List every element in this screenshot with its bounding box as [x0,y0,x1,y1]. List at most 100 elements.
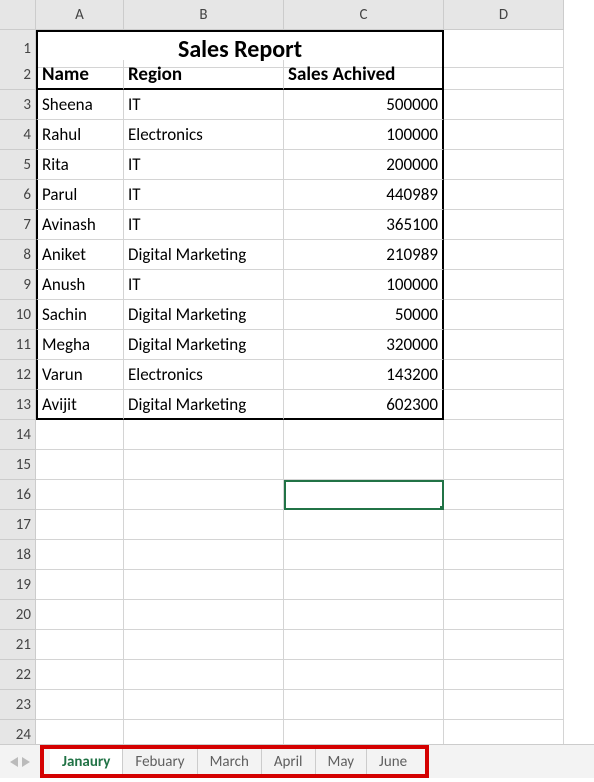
worksheet-grid[interactable]: ABCD1Sales Report2NameRegionSales Achive… [0,0,564,750]
row-header[interactable]: 4 [0,120,36,150]
cell-name[interactable]: Anush [36,270,124,300]
cell-name[interactable]: Avijit [36,390,124,420]
row-header[interactable]: 19 [0,570,36,600]
cell[interactable] [36,660,124,690]
cell[interactable] [444,450,564,480]
cell-region[interactable]: IT [124,150,284,180]
row-header[interactable]: 10 [0,300,36,330]
cell[interactable] [444,360,564,390]
cell-sales[interactable]: 320000 [284,330,444,360]
cell[interactable] [124,660,284,690]
cell[interactable] [444,540,564,570]
cell-name[interactable]: Parul [36,180,124,210]
cell[interactable] [36,450,124,480]
cell-name[interactable]: Sachin [36,300,124,330]
cell[interactable] [36,480,124,510]
cell-sales[interactable]: 210989 [284,240,444,270]
cell[interactable] [444,690,564,720]
cell[interactable] [284,570,444,600]
cell-region[interactable]: Digital Marketing [124,240,284,270]
cell-name[interactable]: Megha [36,330,124,360]
cell-region[interactable]: IT [124,180,284,210]
row-header[interactable]: 12 [0,360,36,390]
row-header[interactable]: 23 [0,690,36,720]
cell[interactable] [124,510,284,540]
cell[interactable] [444,240,564,270]
row-header[interactable]: 13 [0,390,36,420]
column-header[interactable]: B [124,0,284,30]
row-header[interactable]: 16 [0,480,36,510]
cell[interactable] [284,690,444,720]
cell-region[interactable]: IT [124,270,284,300]
cell[interactable] [284,510,444,540]
cell-name[interactable]: Sheena [36,90,124,120]
row-header[interactable]: 6 [0,180,36,210]
cell[interactable] [284,450,444,480]
cell[interactable] [444,270,564,300]
cell-region[interactable]: Electronics [124,120,284,150]
cell[interactable] [444,630,564,660]
cell-region[interactable]: IT [124,210,284,240]
sheet-nav-prev-icon[interactable] [8,757,18,767]
cell[interactable] [36,600,124,630]
cell-sales[interactable]: 200000 [284,150,444,180]
row-header[interactable]: 11 [0,330,36,360]
cell-region[interactable]: IT [124,90,284,120]
cell[interactable] [444,600,564,630]
cell[interactable] [36,540,124,570]
row-header[interactable]: 9 [0,270,36,300]
cell[interactable] [444,570,564,600]
cell[interactable] [444,300,564,330]
row-header[interactable]: 17 [0,510,36,540]
cell[interactable] [36,630,124,660]
cell[interactable] [36,690,124,720]
row-header[interactable]: 22 [0,660,36,690]
sheet-tab[interactable]: Febuary [123,749,197,774]
row-header[interactable]: 21 [0,630,36,660]
cell[interactable] [444,480,564,510]
column-header[interactable]: C [284,0,444,30]
sheet-tab[interactable]: April [262,749,316,774]
sheet-tab[interactable]: Janaury [50,749,123,774]
cell[interactable] [284,420,444,450]
column-header[interactable]: D [444,0,564,30]
cell-sales[interactable]: 365100 [284,210,444,240]
row-header[interactable]: 2 [0,60,36,90]
sheet-tab[interactable]: March [198,749,262,774]
cell[interactable] [124,570,284,600]
cell[interactable] [444,390,564,420]
cell[interactable] [36,570,124,600]
cell-sales[interactable]: 602300 [284,390,444,420]
cell[interactable] [124,630,284,660]
cell-name[interactable]: Aniket [36,240,124,270]
cell-name[interactable]: Rahul [36,120,124,150]
cell-region[interactable]: Digital Marketing [124,390,284,420]
cell-region[interactable]: Digital Marketing [124,300,284,330]
sheet-nav-next-icon[interactable] [22,757,32,767]
cell[interactable] [444,330,564,360]
row-header[interactable]: 14 [0,420,36,450]
row-header[interactable]: 7 [0,210,36,240]
cell-region[interactable]: Electronics [124,360,284,390]
cell[interactable] [36,510,124,540]
cell-sales[interactable]: 100000 [284,270,444,300]
cell-sales[interactable]: 440989 [284,180,444,210]
cell[interactable] [444,90,564,120]
row-header[interactable]: 8 [0,240,36,270]
cell-name[interactable]: Varun [36,360,124,390]
row-header[interactable]: 3 [0,90,36,120]
cell-sales[interactable]: 143200 [284,360,444,390]
cell[interactable] [124,540,284,570]
cell-sales[interactable]: 500000 [284,90,444,120]
cell[interactable] [284,630,444,660]
cell[interactable] [124,480,284,510]
cell-name[interactable]: Avinash [36,210,124,240]
cell-region[interactable]: Digital Marketing [124,330,284,360]
cell[interactable] [444,420,564,450]
cell[interactable] [444,210,564,240]
cell[interactable] [124,420,284,450]
row-header[interactable]: 5 [0,150,36,180]
cell[interactable] [124,600,284,630]
cell[interactable] [284,660,444,690]
row-header[interactable]: 18 [0,540,36,570]
